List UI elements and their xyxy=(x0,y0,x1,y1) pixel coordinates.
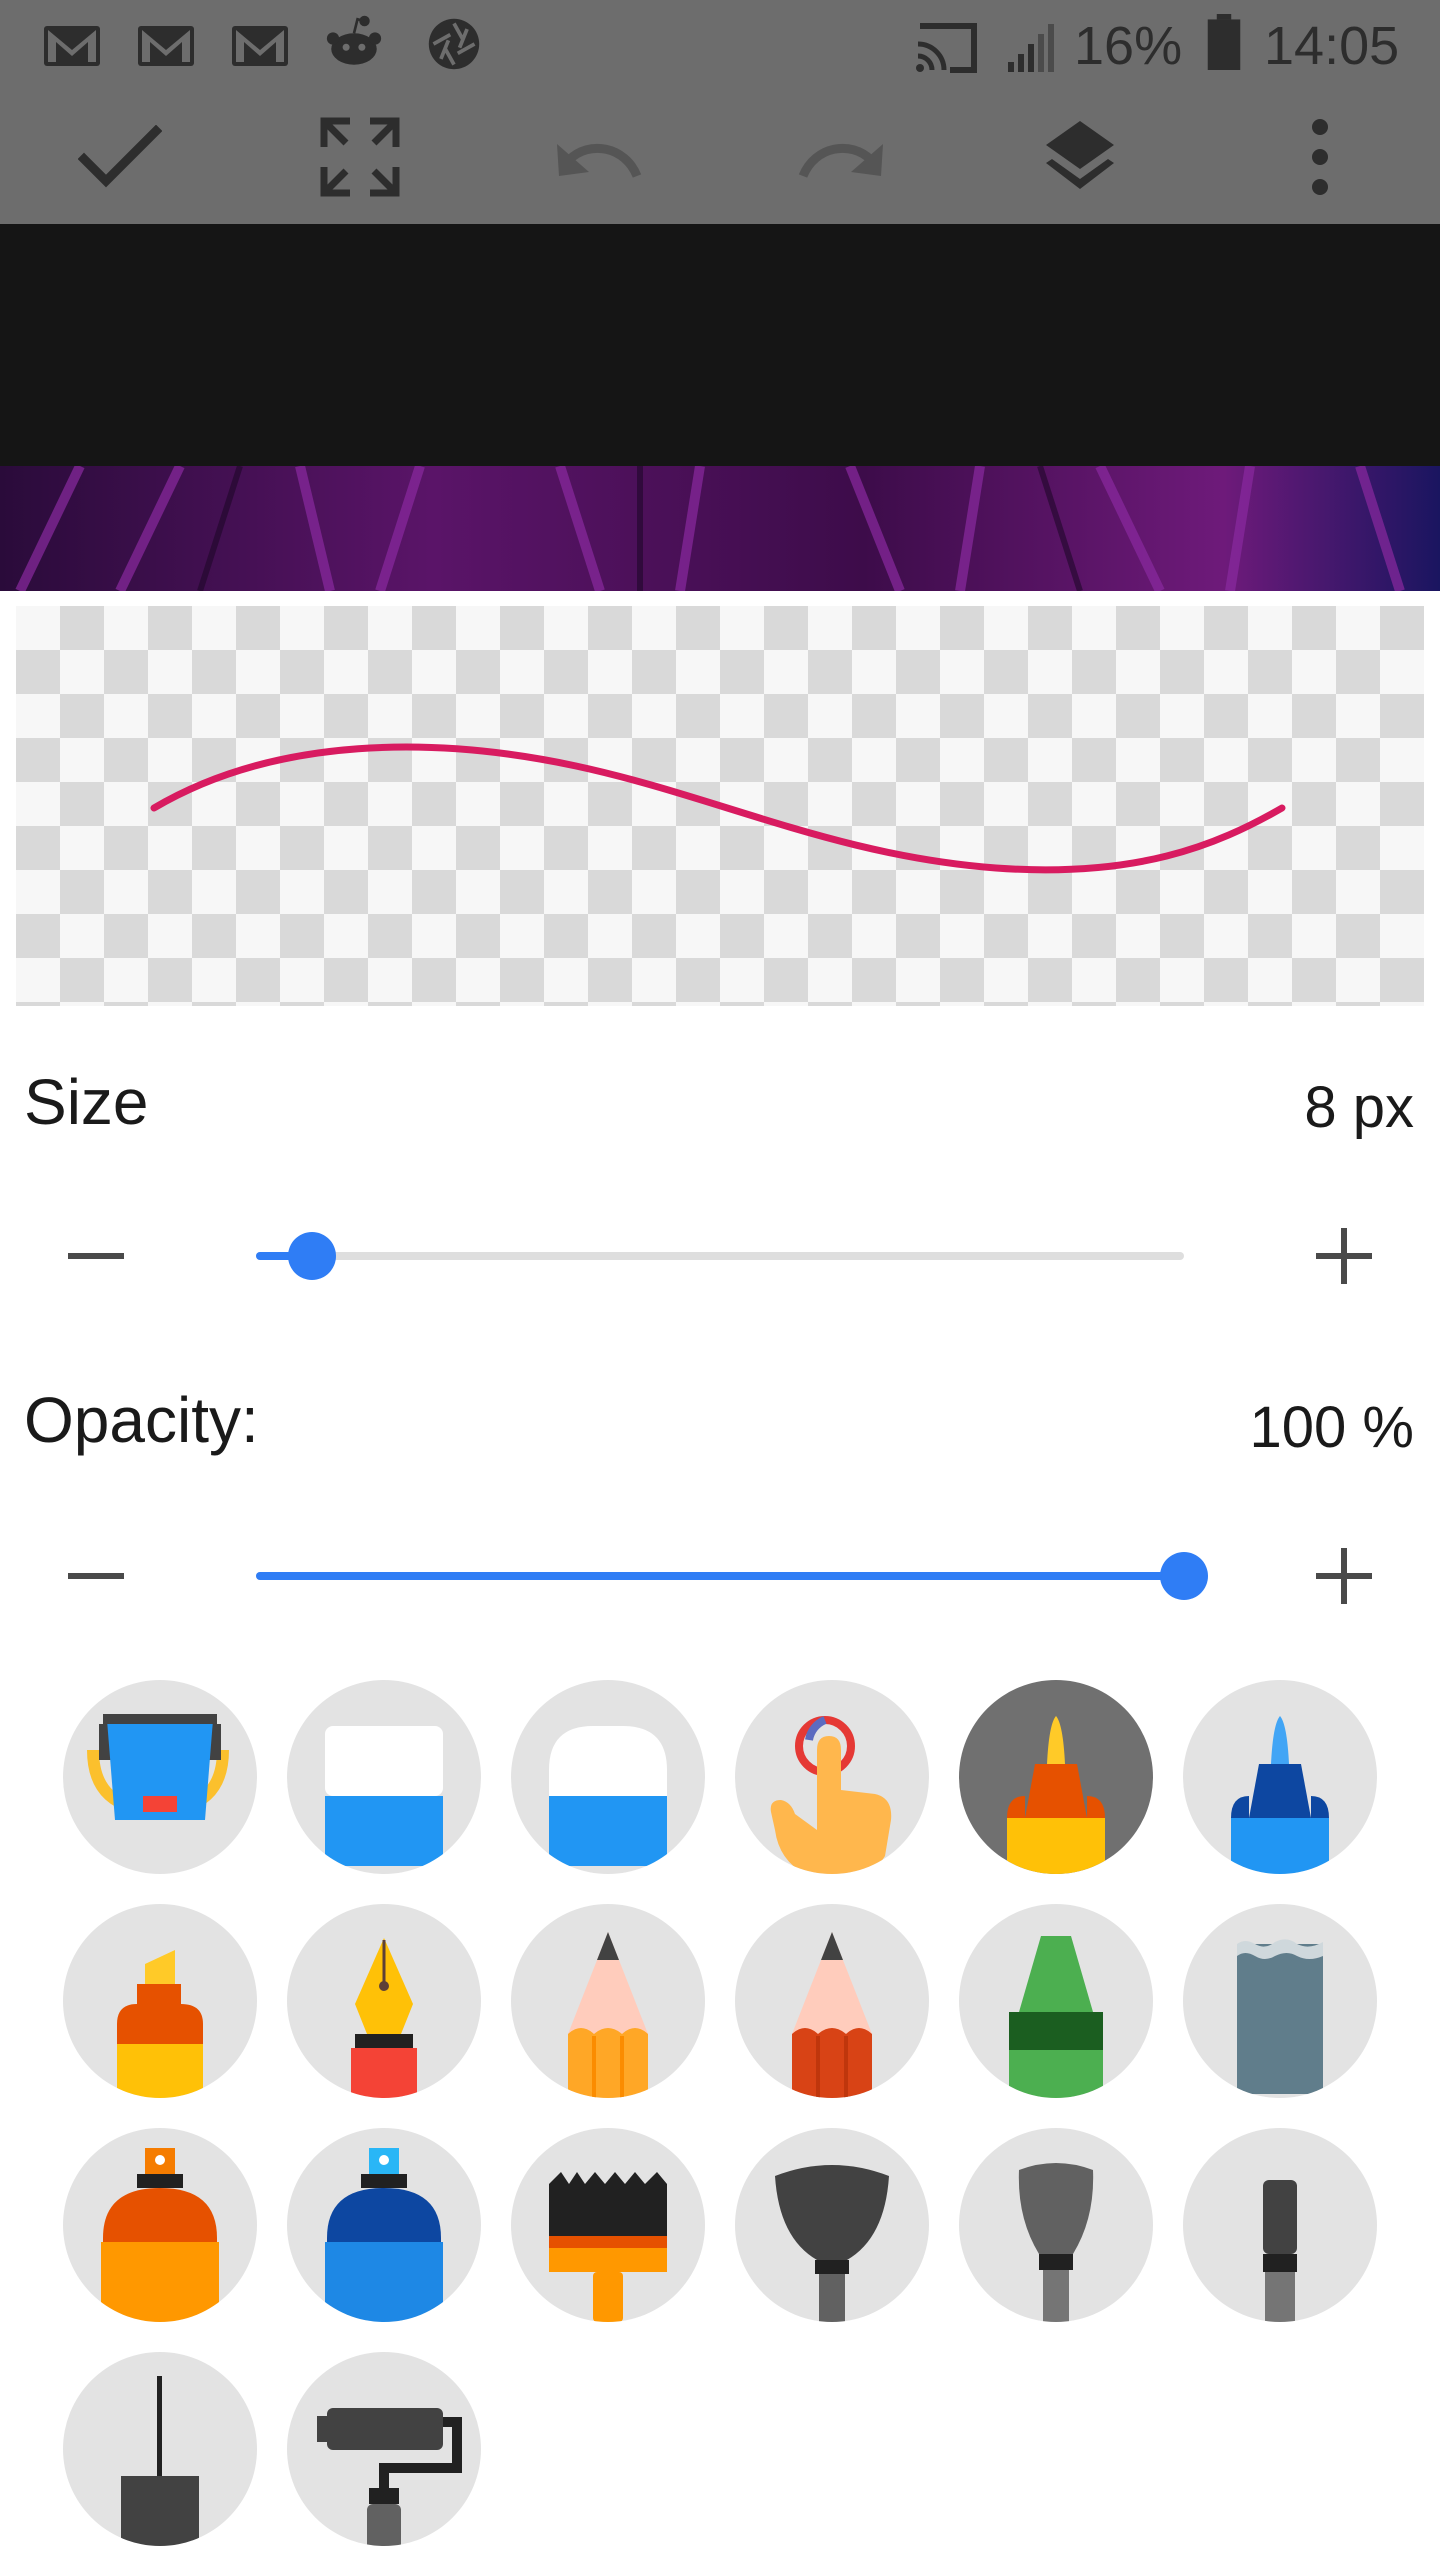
eraser-round-icon xyxy=(549,1726,667,1866)
gmail-icon xyxy=(232,26,288,66)
fountain-pen-icon xyxy=(351,1938,417,2098)
paint-roller-tool[interactable] xyxy=(287,2352,481,2546)
redo-icon xyxy=(798,143,883,178)
spray-orange-tool[interactable] xyxy=(63,2128,257,2322)
opacity-increase-button[interactable] xyxy=(1304,1536,1384,1616)
eraser-square-icon xyxy=(325,1726,443,1866)
undo-button[interactable] xyxy=(540,90,660,224)
gmail-icon xyxy=(138,26,194,66)
preview-stroke xyxy=(150,743,1286,874)
size-label: Size xyxy=(24,1066,149,1138)
redo-button[interactable] xyxy=(780,90,900,224)
canvas-area[interactable] xyxy=(0,224,1440,466)
opacity-slider[interactable] xyxy=(256,1552,1208,1600)
check-icon xyxy=(78,125,162,188)
fountain-pen-tool[interactable] xyxy=(287,1904,481,2098)
reddit-icon xyxy=(326,15,382,65)
round-brush-tool[interactable] xyxy=(959,2128,1153,2322)
fullscreen-icon xyxy=(320,117,400,197)
layers-icon xyxy=(1046,121,1114,189)
battery-percent: 16% xyxy=(1074,16,1183,76)
smudge-finger-tool[interactable] xyxy=(735,1680,929,1874)
battery-icon xyxy=(1207,14,1241,70)
watercolor-icon xyxy=(1237,1939,1323,2094)
status-bar: 16% 14:05 xyxy=(0,0,1440,90)
flat-brush-tool[interactable] xyxy=(511,2128,705,2322)
opacity-value: 100 % xyxy=(1249,1395,1414,1460)
pencil-light-tool[interactable] xyxy=(511,1904,705,2098)
aperture-icon xyxy=(428,18,480,70)
more-vert-icon xyxy=(1312,119,1328,195)
spray-blue-tool[interactable] xyxy=(287,2128,481,2322)
needle-brush-tool[interactable] xyxy=(63,2352,257,2546)
fill-bucket-icon xyxy=(87,1714,229,1820)
opacity-slider-thumb[interactable] xyxy=(1160,1552,1208,1600)
undo-icon xyxy=(557,143,642,178)
pencil-light-icon xyxy=(568,1932,648,2098)
flat-brush-icon xyxy=(549,2172,667,2322)
crayon-green-tool[interactable] xyxy=(959,1904,1153,2098)
size-slider-thumb[interactable] xyxy=(288,1232,336,1280)
signal-icon xyxy=(1008,24,1054,72)
size-decrease-button[interactable] xyxy=(56,1216,136,1296)
size-slider[interactable] xyxy=(256,1232,1184,1280)
minus-icon xyxy=(68,1253,124,1259)
pencil-red-icon xyxy=(792,1932,872,2098)
spray-orange-icon xyxy=(101,2148,219,2322)
clock: 14:05 xyxy=(1264,16,1400,76)
more-options-button[interactable] xyxy=(1260,90,1380,224)
marker-orange-tool[interactable] xyxy=(959,1680,1153,1874)
watercolor-tool[interactable] xyxy=(1183,1904,1377,2098)
thin-brush-tool[interactable] xyxy=(1183,2128,1377,2322)
pencil-red-tool[interactable] xyxy=(735,1904,929,2098)
toolbar xyxy=(0,90,1440,224)
marker-blue-tool[interactable] xyxy=(1183,1680,1377,1874)
fan-brush-icon xyxy=(775,2165,889,2322)
plus-icon xyxy=(1316,1548,1372,1604)
eraser-round-tool[interactable] xyxy=(511,1680,705,1874)
gmail-icon xyxy=(44,26,100,66)
canvas-artwork[interactable] xyxy=(0,466,1440,591)
size-increase-button[interactable] xyxy=(1304,1216,1384,1296)
opacity-decrease-button[interactable] xyxy=(56,1536,136,1616)
layers-button[interactable] xyxy=(1020,90,1140,224)
highlighter-tool[interactable] xyxy=(63,1904,257,2098)
brush-preview xyxy=(16,606,1424,1006)
cast-icon xyxy=(916,23,977,73)
minus-icon xyxy=(68,1573,124,1579)
crayon-green-icon xyxy=(1009,1936,1103,2098)
fullscreen-button[interactable] xyxy=(300,90,420,224)
fan-brush-tool[interactable] xyxy=(735,2128,929,2322)
spray-blue-icon xyxy=(325,2148,443,2322)
marker-blue-icon xyxy=(1231,1716,1329,1874)
round-brush-icon xyxy=(1018,2163,1094,2322)
size-value: 8 px xyxy=(1304,1075,1414,1140)
opacity-label: Opacity: xyxy=(24,1384,259,1456)
confirm-button[interactable] xyxy=(60,90,180,224)
needle-brush-icon xyxy=(121,2376,199,2546)
smudge-finger-icon xyxy=(770,1716,892,1874)
plus-icon xyxy=(1316,1228,1372,1284)
fill-bucket-tool[interactable] xyxy=(63,1680,257,1874)
marker-orange-icon xyxy=(1007,1716,1105,1874)
thin-brush-icon xyxy=(1263,2180,1297,2322)
paint-roller-icon xyxy=(317,2408,462,2546)
opacity-slider-fill xyxy=(256,1572,1184,1580)
eraser-square-tool[interactable] xyxy=(287,1680,481,1874)
highlighter-icon xyxy=(117,1950,203,2098)
